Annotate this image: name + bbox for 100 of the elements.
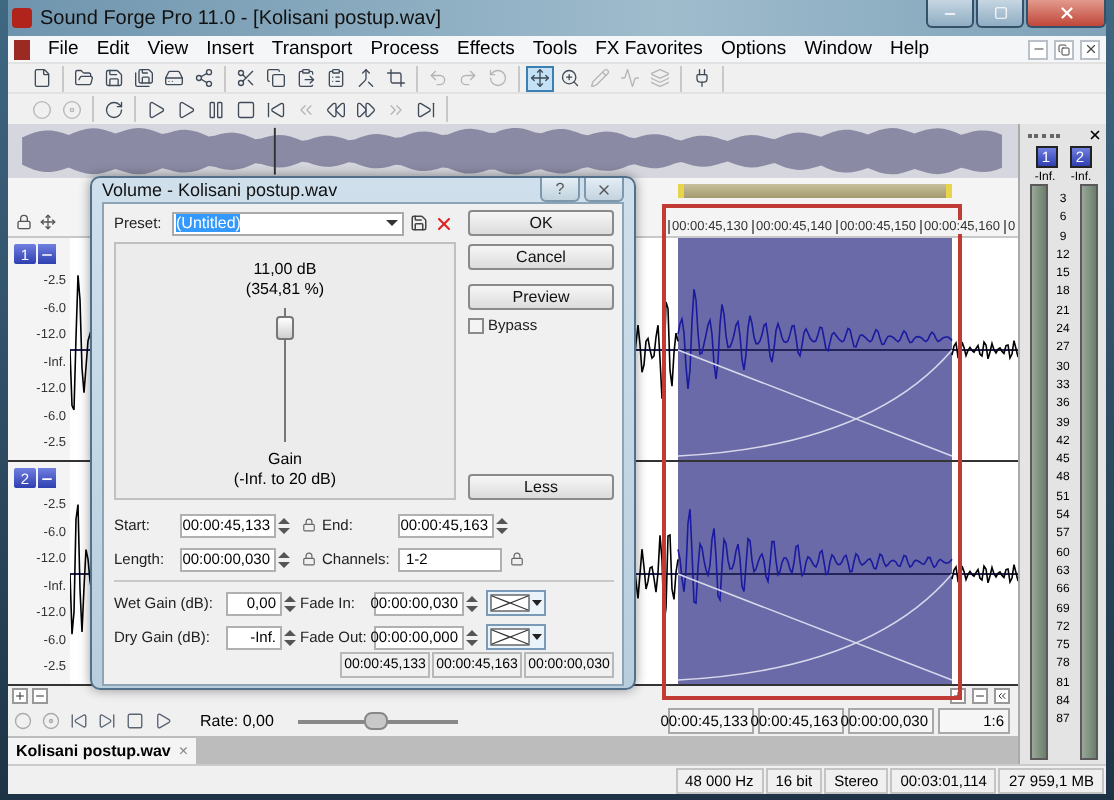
toolbar-button[interactable]	[100, 65, 128, 91]
spinner-arrows-icon[interactable]	[466, 627, 478, 647]
toolbar-button[interactable]	[232, 96, 260, 122]
rate-label: Rate: 0,00	[200, 712, 274, 731]
less-button[interactable]: Less	[468, 474, 614, 500]
double-chevron-icon	[996, 690, 1008, 703]
ok-button[interactable]: OK	[468, 210, 614, 236]
zoom-out-button[interactable]	[32, 688, 48, 705]
toolbar-button[interactable]	[160, 65, 188, 91]
rewind-icon	[326, 99, 346, 119]
bypass-checkbox[interactable]	[468, 317, 484, 333]
document-tab[interactable]: Kolisani postup.wav ×	[8, 738, 197, 764]
window-title: Sound Forge Pro 11.0 - [Kolisani postup.wav]	[40, 7, 441, 29]
toolbar-button[interactable]	[130, 65, 158, 91]
toolbar-button[interactable]	[526, 65, 554, 91]
toolbar-button[interactable]	[556, 65, 584, 91]
gain-range: (-Inf. to 20 dB)	[233, 470, 337, 490]
gain-slider-thumb[interactable]	[276, 316, 294, 341]
spinner-arrows-icon[interactable]	[496, 515, 508, 535]
menu-item[interactable]: Effects	[457, 38, 515, 60]
skip-forward-icon	[416, 99, 436, 119]
spinner-arrows-icon[interactable]	[278, 549, 290, 569]
stop-icon	[236, 99, 256, 119]
fade-curves-icon	[490, 594, 530, 612]
menu-item[interactable]: Process	[370, 38, 440, 60]
toolbar-button[interactable]	[382, 65, 410, 91]
cancel-button[interactable]: Cancel	[468, 244, 614, 270]
fade-curve-dropdown[interactable]	[486, 624, 546, 650]
lock-icon[interactable]	[301, 552, 315, 566]
menu-item[interactable]: Insert	[206, 38, 254, 60]
zoom-out-button[interactable]	[972, 688, 988, 705]
menu-item[interactable]: Window	[804, 38, 872, 60]
cut-icon	[236, 68, 256, 88]
document-icon[interactable]	[14, 39, 30, 59]
clipboard-icon	[326, 68, 346, 88]
minimize-button[interactable]	[926, 0, 974, 28]
share-icon	[194, 68, 214, 88]
menu-item[interactable]: FX Favorites	[595, 38, 703, 60]
overview-waveform[interactable]	[8, 124, 1018, 179]
spinner-arrows-icon[interactable]	[466, 593, 478, 613]
help-button[interactable]: ?	[540, 178, 580, 202]
spinner-arrows-icon[interactable]	[284, 593, 296, 613]
merge-icon	[356, 68, 376, 88]
restore-button[interactable]	[1054, 39, 1074, 59]
lock-icon[interactable]	[16, 214, 32, 231]
fade-curves-icon	[490, 628, 530, 646]
lock-icon[interactable]	[301, 518, 315, 532]
redo-icon	[458, 68, 478, 88]
menu-item[interactable]: File	[48, 38, 79, 60]
transport-button[interactable]	[94, 709, 120, 734]
restore-icon	[1058, 43, 1070, 55]
rate-slider-thumb[interactable]	[363, 711, 388, 730]
selection-marker-bar[interactable]	[678, 184, 952, 199]
minimize-button[interactable]	[1028, 39, 1048, 59]
save-icon[interactable]	[410, 214, 428, 232]
toolbar-button[interactable]	[70, 65, 98, 91]
menu-item[interactable]: Tools	[532, 38, 578, 60]
menu-item[interactable]: Transport	[271, 38, 353, 60]
pencil-icon	[590, 68, 610, 88]
skip-back-icon	[266, 99, 286, 119]
minus-icon	[34, 690, 46, 703]
menu-item[interactable]: View	[147, 38, 189, 60]
close-icon	[596, 181, 612, 197]
toolbar-button[interactable]	[262, 65, 290, 91]
transport-button[interactable]	[122, 709, 148, 734]
zoom-in-button[interactable]	[12, 688, 28, 705]
menu-item[interactable]: Options	[720, 38, 787, 60]
transport-button[interactable]	[66, 709, 92, 734]
app-icon	[12, 8, 32, 28]
drive-icon	[164, 68, 184, 88]
maximize-button[interactable]	[976, 0, 1024, 28]
plus-icon	[14, 690, 26, 703]
layers-icon	[650, 68, 670, 88]
lock-icon[interactable]	[509, 552, 523, 566]
close-button[interactable]	[1080, 39, 1100, 59]
spinner-arrows-icon[interactable]	[284, 627, 296, 647]
menu-item[interactable]: Edit	[96, 38, 130, 60]
dialog-title: Volume - Kolisani postup.wav	[102, 180, 338, 200]
delete-icon[interactable]	[434, 213, 454, 233]
close-icon[interactable]	[1088, 128, 1102, 142]
move-icon[interactable]	[40, 214, 56, 231]
preview-button[interactable]: Preview	[468, 284, 614, 310]
toolbar-button[interactable]	[100, 96, 128, 122]
maximize-icon	[993, 6, 1007, 20]
menu-item[interactable]: Help	[889, 38, 930, 60]
spinner-arrows-icon[interactable]	[278, 515, 290, 535]
document-icon	[32, 68, 52, 88]
plug-icon	[692, 68, 712, 88]
fade-curve-dropdown[interactable]	[486, 590, 546, 616]
close-button[interactable]	[1026, 0, 1106, 28]
fit-button[interactable]	[994, 688, 1010, 705]
gain-percent: (354,81 %)	[245, 280, 325, 300]
save-icon	[104, 68, 124, 88]
toolbar-button[interactable]	[190, 65, 218, 91]
zoom-icon	[560, 68, 580, 88]
collapse-button[interactable]	[38, 468, 56, 489]
collapse-button[interactable]	[38, 244, 56, 265]
repeat-icon	[488, 68, 508, 88]
gain-reading: 11,00 dB	[253, 260, 317, 280]
skip-forward-icon	[98, 712, 116, 731]
